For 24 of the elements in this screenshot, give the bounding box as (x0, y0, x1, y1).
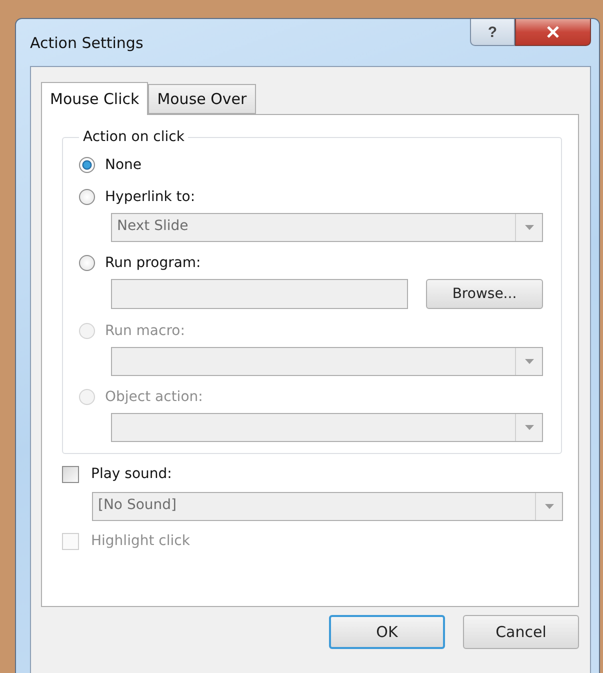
radio-button[interactable] (79, 189, 95, 205)
help-button[interactable]: ? (470, 19, 515, 46)
tab[interactable]: Mouse Over (148, 84, 256, 114)
close-icon (546, 26, 560, 38)
window-title: Action Settings (30, 34, 144, 52)
tab[interactable]: Mouse Click (41, 82, 148, 115)
checkbox-label: Highlight click (91, 533, 190, 549)
radio-button[interactable] (79, 255, 95, 271)
radio-label: Run macro: (105, 323, 185, 339)
dropdown-arrow-icon (524, 359, 534, 364)
radio-label: Run program: (105, 255, 201, 271)
close-button[interactable] (515, 19, 591, 46)
group-title: Action on click (82, 129, 186, 145)
checkbox-label: Play sound: (91, 466, 172, 482)
radio-label: Object action: (105, 389, 203, 405)
dropdown-arrow-icon (544, 504, 554, 509)
radio-label: None (105, 157, 142, 173)
radio-button[interactable] (79, 157, 95, 173)
dropdown-arrow-icon (524, 225, 534, 230)
dropdown-arrow-icon (524, 425, 534, 430)
ok-button[interactable]: OK (329, 615, 445, 649)
checkbox[interactable] (62, 466, 79, 482)
radio-label: Hyperlink to: (105, 189, 196, 205)
cancel-button[interactable]: Cancel (463, 615, 579, 649)
